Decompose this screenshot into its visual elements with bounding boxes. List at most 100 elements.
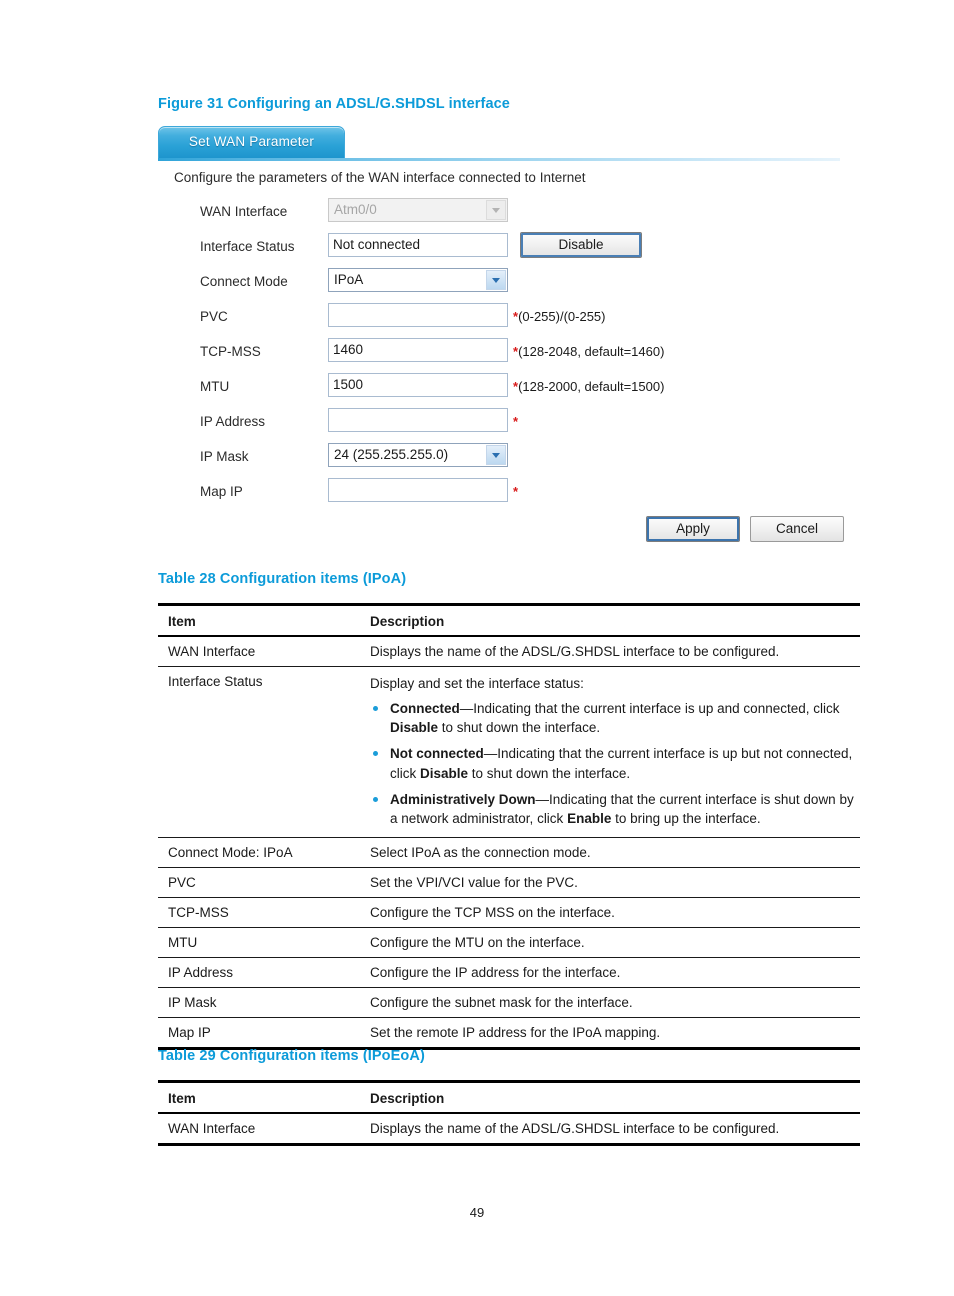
wan-interface-value: Atm0/0 [334,202,377,217]
table-row: WAN Interface Displays the name of the A… [158,636,860,667]
mtu-input[interactable]: 1500 [328,373,508,397]
table-row: Connect Mode: IPoA Select IPoA as the co… [158,837,860,869]
row-item: IP Address [158,957,360,989]
form-row-ip-mask: IP Mask 24 (255.255.255.0) [158,441,860,476]
bullet-term-b: Disable [390,720,439,736]
table28: Item Description WAN Interface Displays … [158,603,860,1051]
table-row: TCP-MSS Configure the TCP MSS on the int… [158,897,860,929]
label-map-ip: Map IP [200,484,243,499]
cancel-button[interactable]: Cancel [750,516,844,542]
required-asterisk: * [513,484,519,499]
table29-header-item: Item [158,1080,360,1114]
table28-header-row: Item Description [158,603,860,637]
bullet-dash: — [459,701,474,717]
form-row-interface-status: Interface Status Not connected Disable [158,231,860,266]
row-item: Interface Status [158,666,360,839]
tcp-mss-hint: *(128-2048, default=1460) [513,344,664,359]
ip-address-hint: * [513,414,518,429]
table-row: IP Address Configure the IP address for … [158,957,860,989]
label-tcp-mss: TCP-MSS [200,344,261,359]
bullet-term: Administratively Down [390,791,536,807]
tab-underline-divider [158,158,840,161]
field-connect-mode: IPoA [328,268,508,292]
table29-caption: Table 29 Configuration items (IPoEoA) [158,1048,425,1064]
row-item: IP Mask [158,987,360,1019]
row-item: WAN Interface [158,636,360,667]
document-page: Figure 31 Configuring an ADSL/G.SHDSL in… [0,0,954,1296]
row-item: PVC [158,867,360,899]
bullet-term-b: Enable [567,810,612,826]
form-row-pvc: PVC *(0-255)/(0-255) [158,301,860,336]
form-row-ip-address: IP Address * [158,406,860,441]
row-description: Configure the TCP MSS on the interface. [360,897,860,929]
disable-button[interactable]: Disable [520,232,642,258]
form-row-map-ip: Map IP * [158,476,860,511]
form-actions: Apply Cancel [158,516,860,546]
bullet-text-b: to shut down the interface. [468,765,631,781]
bullet-term: Connected [390,701,460,717]
label-interface-status: Interface Status [200,239,295,254]
panel-intro-text: Configure the parameters of the WAN inte… [174,170,586,185]
status-lead-text: Display and set the interface status: [370,676,584,691]
table-row: IP Mask Configure the subnet mask for th… [158,987,860,1019]
field-ip-mask: 24 (255.255.255.0) [328,443,508,467]
map-ip-input[interactable] [328,478,508,502]
wan-interface-select: Atm0/0 [328,198,508,222]
tab-strip: Set WAN Parameter [158,126,860,161]
field-tcp-mss: 1460 [328,338,508,362]
table-row: MTU Configure the MTU on the interface. [158,927,860,959]
list-item: Connected—Indicating that the current in… [370,699,856,737]
mtu-hint-text: (128-2000, default=1500) [518,379,665,394]
bullet-text-b: to bring up the interface. [611,810,761,826]
bullet-text-a: Indicating that the current interface is… [473,701,840,717]
row-item: Map IP [158,1017,360,1051]
table-row: WAN Interface Displays the name of the A… [158,1113,860,1146]
table29: Item Description WAN Interface Displays … [158,1080,860,1146]
form-row-connect-mode: Connect Mode IPoA [158,266,860,301]
row-description: Configure the IP address for the interfa… [360,957,860,989]
label-connect-mode: Connect Mode [200,274,288,289]
table29-header-description: Description [360,1080,860,1114]
field-map-ip [328,478,508,502]
row-item: Connect Mode: IPoA [158,837,360,869]
ip-address-input[interactable] [328,408,508,432]
label-mtu: MTU [200,379,230,394]
bullet-text-b: to shut down the interface. [438,720,601,736]
ip-mask-value: 24 (255.255.255.0) [334,447,449,462]
chevron-down-icon [486,200,506,220]
interface-status-value: Not connected [328,233,508,257]
bullet-term-b: Disable [420,765,469,781]
row-description: Configure the subnet mask for the interf… [360,987,860,1019]
row-description: Configure the MTU on the interface. [360,927,860,959]
table28-header-item: Item [158,603,360,637]
tab-label: Set WAN Parameter [188,134,315,149]
mtu-hint: *(128-2000, default=1500) [513,379,664,394]
field-ip-address [328,408,508,432]
apply-button[interactable]: Apply [646,516,740,542]
field-interface-status: Not connected [328,233,508,257]
bullet-term: Not connected [390,746,484,762]
table29-header-row: Item Description [158,1080,860,1114]
tab-set-wan-parameter[interactable]: Set WAN Parameter [158,126,345,158]
wan-parameter-form: WAN Interface Atm0/0 Interface Status No… [158,196,860,511]
figure-caption: Figure 31 Configuring an ADSL/G.SHDSL in… [158,96,510,112]
chevron-down-icon[interactable] [486,270,506,290]
tcp-mss-hint-text: (128-2048, default=1460) [518,344,665,359]
required-asterisk: * [513,414,519,429]
label-ip-mask: IP Mask [200,449,249,464]
bullet-dash: — [535,791,550,807]
row-description: Set the remote IP address for the IPoA m… [360,1017,860,1051]
chevron-down-icon[interactable] [486,445,506,465]
row-item: WAN Interface [158,1113,360,1146]
row-item: MTU [158,927,360,959]
ip-mask-select[interactable]: 24 (255.255.255.0) [328,443,508,467]
row-description: Select IPoA as the connection mode. [360,837,860,869]
label-pvc: PVC [200,309,228,324]
tcp-mss-input[interactable]: 1460 [328,338,508,362]
connect-mode-value: IPoA [334,272,364,287]
pvc-input[interactable] [328,303,508,327]
row-description: Set the VPI/VCI value for the PVC. [360,867,860,899]
connect-mode-select[interactable]: IPoA [328,268,508,292]
table-row: Interface Status Display and set the int… [158,666,860,839]
row-item: TCP-MSS [158,897,360,929]
